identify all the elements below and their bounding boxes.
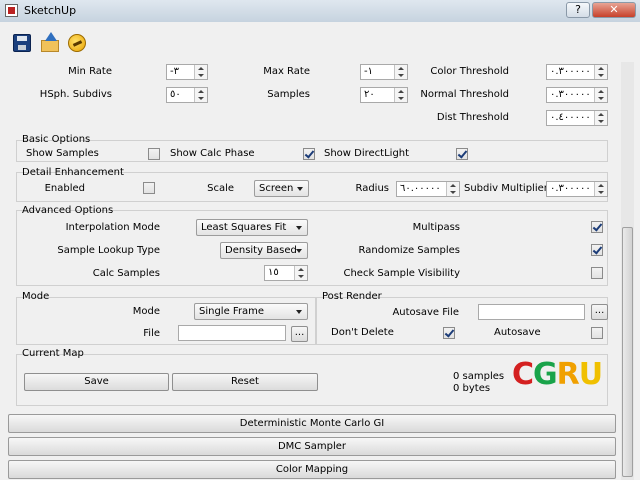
settings-scroll-area: Min Rate -٣ Max Rate -١ Color Threshold … [6,62,618,480]
mode-title: Mode [22,291,50,302]
check-sample-visibility-checkbox[interactable] [591,267,603,279]
toolbar [0,22,640,62]
section-dmc-sampler[interactable]: DMC Sampler [8,437,616,456]
file-browse-button[interactable]: ... [291,326,308,342]
sample-lookup-type-label: Sample Lookup Type [57,245,160,256]
app-icon [5,4,18,17]
randomize-samples-checkbox[interactable] [591,244,603,256]
radius-label: Radius [355,183,389,194]
calc-samples-spinbox[interactable]: ١٥ [264,265,308,281]
dont-delete-label: Don't Delete [331,327,394,338]
radius-spinbox[interactable]: ٦٠.٠٠٠٠٠ [396,181,460,197]
dist-threshold-label: Dist Threshold [436,112,509,123]
color-threshold-label: Color Threshold [430,66,509,77]
vertical-scrollbar[interactable] [621,62,634,480]
show-calc-phase-label: Show Calc Phase [170,148,255,159]
save-map-button[interactable]: Save [24,373,169,391]
samples-spinbox[interactable]: ٢٠ [360,87,408,103]
dont-delete-checkbox[interactable] [443,327,455,339]
basic-options-title: Basic Options [22,134,91,145]
advanced-options-title: Advanced Options [22,205,114,216]
normal-threshold-spinbox[interactable]: ٠.٣٠٠٠٠٠ [546,87,608,103]
randomize-samples-label: Randomize Samples [358,245,460,256]
subdiv-multiplier-label: Subdiv Multiplier [464,183,548,194]
scale-label: Scale [207,183,234,194]
current-map-title: Current Map [22,348,84,359]
mode-label: Mode [132,306,160,317]
normal-threshold-label: Normal Threshold [420,89,509,100]
multipass-label: Multipass [412,222,460,233]
color-threshold-spinbox[interactable]: ٠.٣٠٠٠٠٠ [546,64,608,80]
multipass-checkbox[interactable] [591,221,603,233]
autosave-browse-button[interactable]: ... [591,304,608,320]
samples-count: 0 samples [453,371,505,382]
render-icon[interactable] [68,34,86,52]
interpolation-mode-dropdown[interactable]: Least Squares Fit [196,219,308,236]
autosave-file-label: Autosave File [392,307,459,318]
show-samples-label: Show Samples [26,148,99,159]
mode-dropdown[interactable]: Single Frame [194,303,308,320]
enabled-checkbox[interactable] [143,182,155,194]
autosave-file-input[interactable] [478,304,585,320]
subdiv-multiplier-spinbox[interactable]: ٠.٣٠٠٠٠٠ [546,181,608,197]
post-render-title: Post Render [322,291,382,302]
window-title: SketchUp [24,4,77,17]
window: SketchUp ? ✕ Min Rate -٣ Max Rate -١ Col… [0,0,640,480]
scrollbar-thumb[interactable] [622,227,633,477]
scale-dropdown[interactable]: Screen [254,180,309,197]
max-rate-spinbox[interactable]: -١ [360,64,408,80]
dist-threshold-spinbox[interactable]: ٠.٤٠٠٠٠٠ [546,110,608,126]
min-rate-spinbox[interactable]: -٣ [166,64,208,80]
file-input[interactable] [178,325,286,341]
detail-enhancement-title: Detail Enhancement [22,167,124,178]
sample-lookup-type-dropdown[interactable]: Density Based [220,242,308,259]
section-deterministic-monte-carlo-gi[interactable]: Deterministic Monte Carlo GI [8,414,616,433]
save-icon[interactable] [13,34,31,52]
interpolation-mode-label: Interpolation Mode [65,222,160,233]
cgru-logo: CGRU [512,357,603,392]
hsph-subdivs-label: HSph. Subdivs [39,89,112,100]
close-button[interactable]: ✕ [592,2,636,18]
min-rate-label: Min Rate [68,66,112,77]
max-rate-label: Max Rate [263,66,310,77]
hsph-subdivs-spinbox[interactable]: ٥٠ [166,87,208,103]
bytes-count: 0 bytes [453,383,491,394]
title-bar[interactable]: SketchUp ? ✕ [0,0,640,23]
show-samples-checkbox[interactable] [148,148,160,160]
file-label: File [143,328,160,339]
show-directlight-checkbox[interactable] [456,148,468,160]
open-folder-icon[interactable] [41,32,59,52]
reset-map-button[interactable]: Reset [172,373,318,391]
help-button[interactable]: ? [566,2,590,18]
autosave-label: Autosave [494,327,541,338]
show-calc-phase-checkbox[interactable] [303,148,315,160]
calc-samples-label: Calc Samples [92,268,160,279]
section-color-mapping[interactable]: Color Mapping [8,460,616,479]
check-sample-visibility-label: Check Sample Visibility [343,268,460,279]
autosave-checkbox[interactable] [591,327,603,339]
show-directlight-label: Show DirectLight [324,148,410,159]
samples-label: Samples [267,89,310,100]
enabled-label: Enabled [44,183,85,194]
